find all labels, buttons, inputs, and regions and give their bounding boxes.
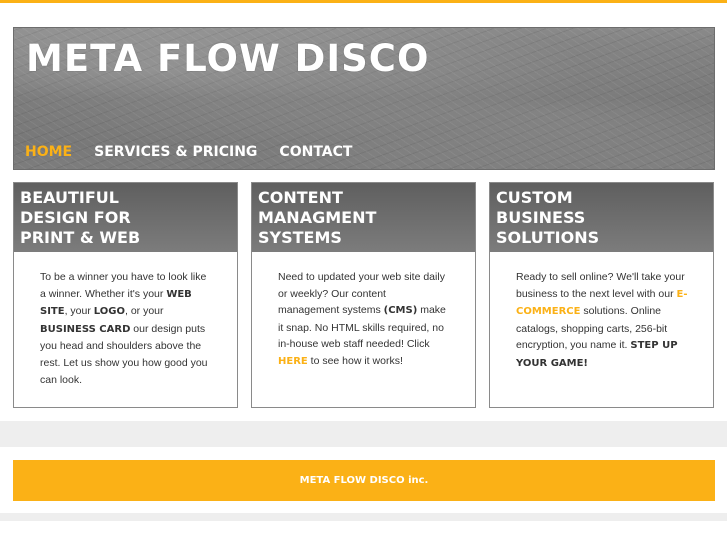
card-design: BEAUTIFUL DESIGN FOR PRINT & WEB To be a… xyxy=(13,182,238,408)
card-heading: CUSTOM BUSINESS SOLUTIONS xyxy=(490,183,713,252)
here-link[interactable]: HERE xyxy=(278,356,308,367)
footer-text: META FLOW DISCO inc. xyxy=(299,475,429,486)
card-text: , or your xyxy=(125,305,164,318)
card-cms: CONTENT MANAGMENT SYSTEMS Need to update… xyxy=(251,182,476,408)
card-heading: BEAUTIFUL DESIGN FOR PRINT & WEB xyxy=(14,183,237,252)
card-heading-line: CONTENT xyxy=(258,188,343,207)
card-heading-line: PRINT & WEB xyxy=(20,228,141,247)
footer-bar: META FLOW DISCO inc. xyxy=(13,460,715,501)
site-header: META FLOW DISCO HOME SERVICES & PRICING … xyxy=(13,27,715,170)
card-text: Ready to sell online? We'll take your bu… xyxy=(516,271,685,300)
nav-item-home[interactable]: HOME xyxy=(25,144,83,160)
card-heading-line: MANAGMENT xyxy=(258,208,377,227)
card-emphasis: (CMS) xyxy=(383,305,418,317)
card-body: Need to updated your web site daily or w… xyxy=(252,252,475,371)
footer-band xyxy=(0,421,727,447)
card-heading-line: BEAUTIFUL xyxy=(20,188,119,207)
top-accent-stripe xyxy=(0,0,727,3)
card-body: To be a winner you have to look like a w… xyxy=(14,252,237,388)
card-heading-line: BUSINESS xyxy=(496,208,586,227)
card-heading-line: DESIGN FOR xyxy=(20,208,131,227)
nav-item-services-pricing[interactable]: SERVICES & PRICING xyxy=(94,144,268,160)
card-emphasis: BUSINESS CARD xyxy=(40,323,131,335)
card-business: CUSTOM BUSINESS SOLUTIONS Ready to sell … xyxy=(489,182,714,408)
card-body: Ready to sell online? We'll take your bu… xyxy=(490,252,713,373)
card-emphasis: LOGO xyxy=(93,306,125,318)
card-heading-line: SOLUTIONS xyxy=(496,228,600,247)
card-heading: CONTENT MANAGMENT SYSTEMS xyxy=(252,183,475,252)
card-text: , your xyxy=(64,305,94,318)
card-heading-line: CUSTOM xyxy=(496,188,573,207)
nav-item-contact[interactable]: CONTACT xyxy=(279,144,363,160)
site-logo[interactable]: META FLOW DISCO xyxy=(26,37,429,80)
bottom-band xyxy=(0,513,727,521)
card-text: to see how it works! xyxy=(307,354,403,367)
card-heading-line: SYSTEMS xyxy=(258,228,342,247)
main-nav: HOME SERVICES & PRICING CONTACT xyxy=(25,144,374,160)
